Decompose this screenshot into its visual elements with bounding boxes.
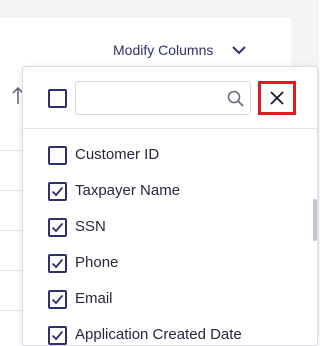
column-checkbox[interactable] xyxy=(48,290,67,309)
table-row-divider xyxy=(0,310,22,311)
column-option-label: Phone xyxy=(75,254,119,271)
column-option-label: Application Created Date xyxy=(75,326,242,343)
select-all-checkbox[interactable] xyxy=(48,89,67,108)
column-picker-panel: Customer ID Taxpayer Name SSN Phone Emai… xyxy=(22,66,318,346)
modify-columns-button[interactable]: Modify Columns xyxy=(113,40,247,60)
scrollbar-thumb[interactable] xyxy=(313,199,317,241)
column-option-application-created-date[interactable]: Application Created Date xyxy=(23,317,293,345)
column-option-email[interactable]: Email xyxy=(23,281,293,317)
modify-columns-label: Modify Columns xyxy=(113,42,214,58)
column-checkbox[interactable] xyxy=(48,182,67,201)
column-search-field[interactable] xyxy=(75,81,251,115)
column-checkbox[interactable] xyxy=(48,326,67,345)
column-option-label: Email xyxy=(75,290,113,307)
checkmark-icon xyxy=(51,294,64,305)
column-list: Customer ID Taxpayer Name SSN Phone Emai… xyxy=(23,129,317,345)
column-checkbox[interactable] xyxy=(48,254,67,273)
column-option-customer-id[interactable]: Customer ID xyxy=(23,137,293,173)
column-checkbox[interactable] xyxy=(48,218,67,237)
table-row-divider xyxy=(0,270,22,271)
column-checkbox[interactable] xyxy=(48,146,67,165)
chevron-down-icon xyxy=(232,46,247,55)
table-row-divider xyxy=(0,150,22,151)
column-search-input[interactable] xyxy=(76,82,216,114)
column-option-label: Taxpayer Name xyxy=(75,182,181,199)
search-icon xyxy=(227,90,244,107)
column-option-phone[interactable]: Phone xyxy=(23,245,293,281)
table-row-divider xyxy=(0,230,22,231)
table-row-divider xyxy=(0,190,22,191)
checkmark-icon xyxy=(51,330,64,341)
column-option-taxpayer-name[interactable]: Taxpayer Name xyxy=(23,173,293,209)
close-icon xyxy=(270,91,284,105)
column-option-label: Customer ID xyxy=(75,146,160,163)
column-picker-header xyxy=(23,67,317,129)
column-option-ssn[interactable]: SSN xyxy=(23,209,293,245)
checkmark-icon xyxy=(51,186,64,197)
checkmark-icon xyxy=(51,258,64,269)
page-background-top xyxy=(0,0,319,18)
checkmark-icon xyxy=(51,222,64,233)
close-button[interactable] xyxy=(258,81,296,115)
column-option-label: SSN xyxy=(75,218,106,235)
